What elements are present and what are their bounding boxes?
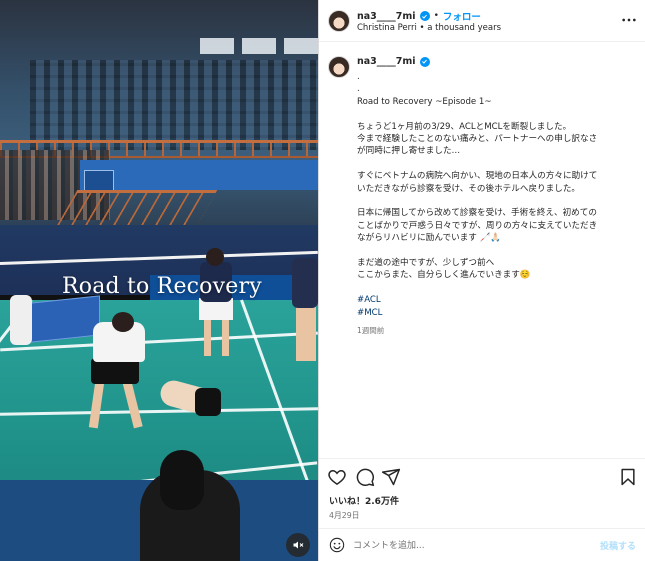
comment-input[interactable] <box>353 537 583 554</box>
caption-line: が同時に押し寄せました… <box>357 146 461 157</box>
caption-line <box>357 158 627 170</box>
caption-username[interactable]: na3____7mi <box>357 56 416 67</box>
post-side-panel: na3____7mi • フォロー Christina Perri • a th… <box>318 0 645 561</box>
caption-line <box>357 282 627 294</box>
caption-text: . . Road to Recovery ~Episode 1~ ちょうど1ヶ月… <box>357 71 627 337</box>
avatar[interactable] <box>328 10 350 32</box>
follow-button[interactable]: フォロー <box>443 9 481 23</box>
caption-line: すぐにベトナムの病院へ向かい、現地の日本人の方々に助けて <box>357 171 598 182</box>
comment-bar: 投稿する <box>319 528 645 561</box>
caption-line: ことばかりで戸惑う日々ですが、周りの方々に支えていただき <box>357 220 598 231</box>
bookmark-icon[interactable] <box>618 467 638 487</box>
caption-line: まだ道の途中ですが、少しずつ前へ <box>357 258 495 269</box>
caption-line: . <box>357 72 360 82</box>
caption-line: ながらリハビリに励んでいます 🦯🙏🏻 <box>357 233 502 244</box>
emoji-icon[interactable] <box>329 537 345 553</box>
verified-badge-icon <box>419 56 430 67</box>
caption-line <box>357 245 627 257</box>
caption-line: 今まで経験したことのない痛みと、パートナーへの申し訳なさ <box>357 134 598 145</box>
like-count[interactable]: いいね！2.6万件 <box>329 494 399 507</box>
hashtag-link[interactable]: #MCL <box>357 307 627 319</box>
caption-line: 日本に帰国してから改めて診察を受け、手術を終え、初めての <box>357 208 597 219</box>
hashtag-link[interactable]: #ACL <box>357 294 627 306</box>
heart-icon[interactable] <box>327 467 347 487</box>
author-username[interactable]: na3____7mi <box>357 11 416 22</box>
video-overlay-title: Road to Recovery <box>62 274 262 299</box>
caption-line: . <box>357 84 360 95</box>
comment-icon[interactable] <box>355 467 375 487</box>
caption-line: ちょうど1ヶ月前の3/29、ACLとMCLを断裂しました。 <box>357 121 572 132</box>
verified-badge-icon <box>419 11 430 21</box>
audio-track-label[interactable]: Christina Perri • a thousand years <box>357 23 501 33</box>
separator-dot: • <box>433 11 439 21</box>
post-media-video[interactable]: Road to Recovery <box>0 0 318 561</box>
mute-toggle-button[interactable] <box>286 533 310 557</box>
post-comment-button[interactable]: 投稿する <box>600 539 636 552</box>
post-header: na3____7mi • フォロー Christina Perri • a th… <box>319 0 645 42</box>
post-actions-bar <box>319 458 645 494</box>
caption-line: ここからまた、自分らしく進んでいきます☺️ <box>357 270 531 281</box>
post-date[interactable]: 4月29日 <box>329 510 359 521</box>
send-icon[interactable] <box>381 467 401 487</box>
caption-line: いただきながら診察を受け、その後ホテルへ戻りました。 <box>357 183 581 194</box>
caption-line: Road to Recovery ~Episode 1~ <box>357 96 492 107</box>
caption-avatar[interactable] <box>328 56 350 78</box>
caption-line <box>357 195 627 207</box>
caption-section: na3____7mi . . Road to Recovery ~Episode… <box>319 43 645 455</box>
more-options-icon[interactable] <box>620 12 638 28</box>
muted-speaker-icon <box>293 541 304 549</box>
caption-line <box>357 108 627 120</box>
caption-time-ago: 1週間前 <box>357 326 385 336</box>
